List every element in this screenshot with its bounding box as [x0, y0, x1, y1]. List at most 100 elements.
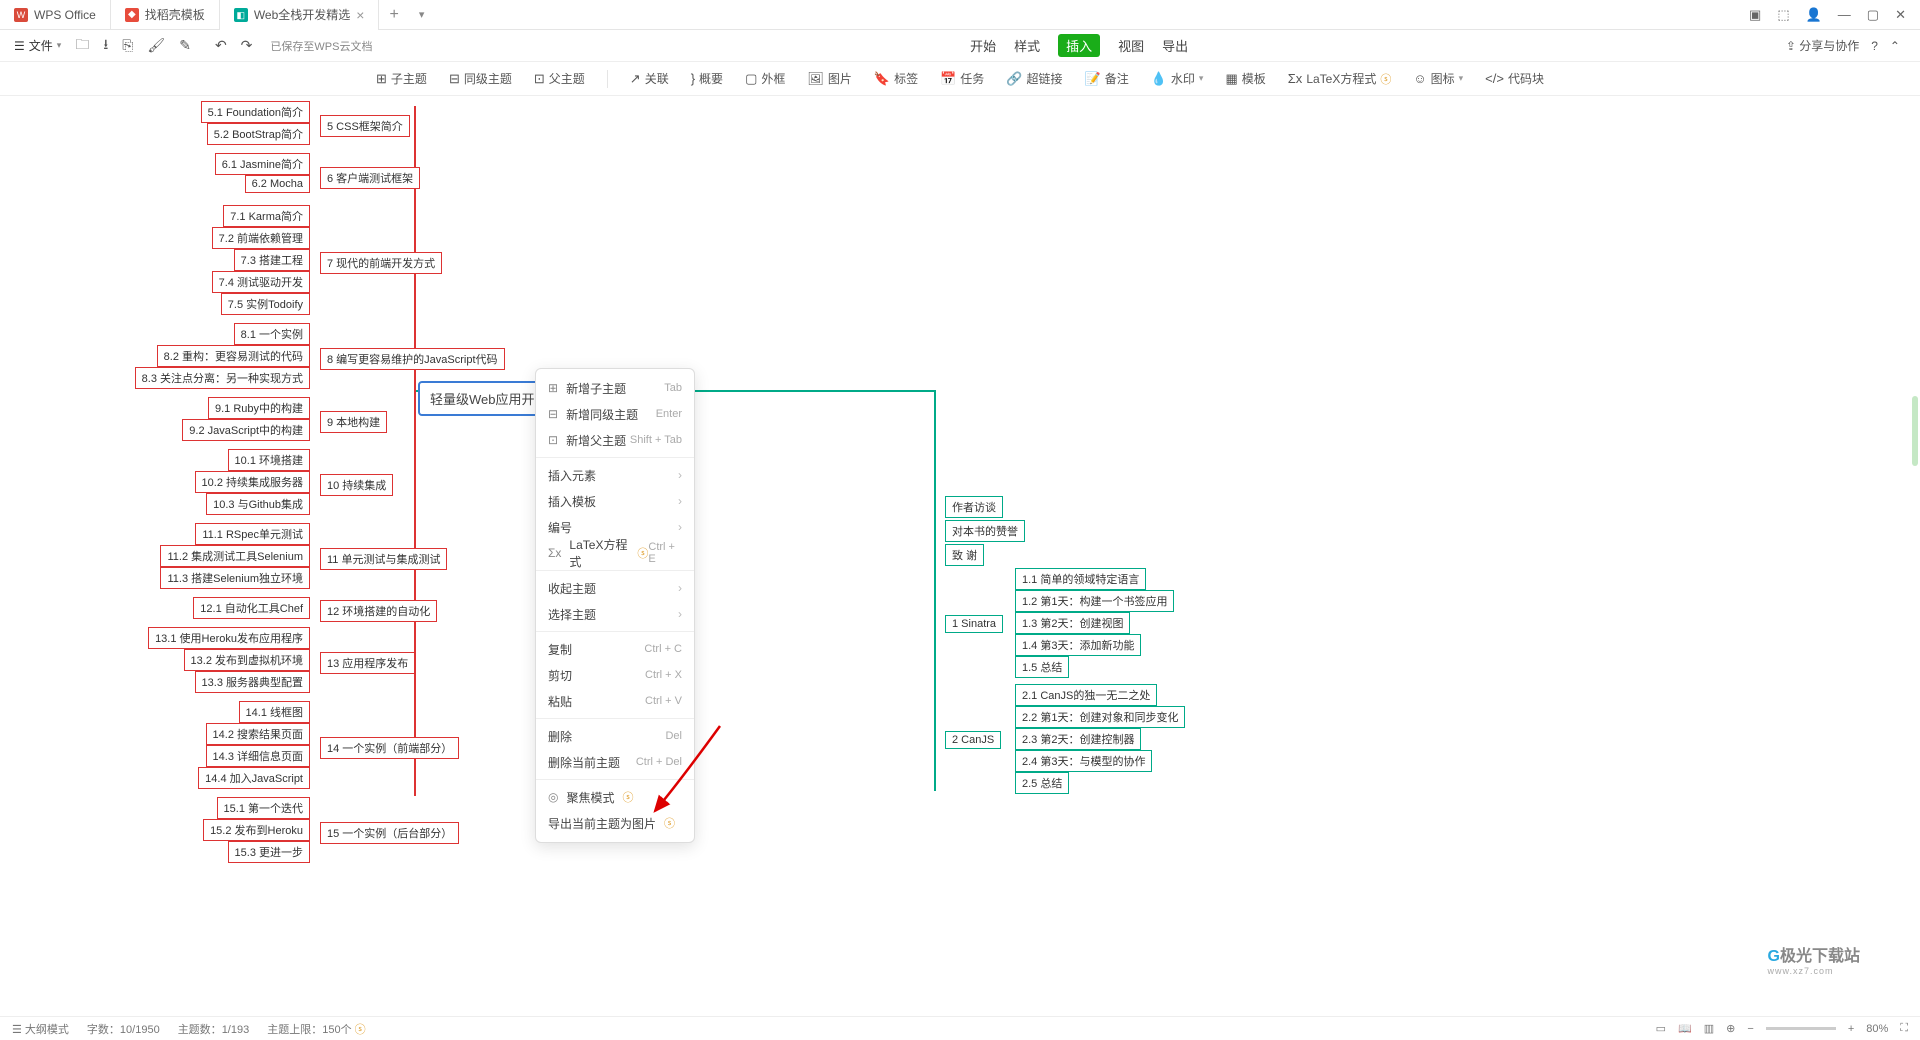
- zoom-in-icon[interactable]: +: [1848, 1023, 1854, 1035]
- mindmap-summary-node[interactable]: 15 一个实例（后台部分）: [320, 822, 459, 844]
- tab-find-template[interactable]: ◆ 找稻壳模板: [111, 0, 220, 30]
- mindmap-node[interactable]: 7.3 搭建工程: [234, 249, 310, 271]
- context-menu-item[interactable]: ⊞新增子主题Tab: [536, 375, 694, 401]
- context-menu-item[interactable]: ⊡新增父主题Shift + Tab: [536, 427, 694, 453]
- zoom-out-icon[interactable]: −: [1747, 1023, 1753, 1035]
- collapse-ribbon-icon[interactable]: ⌃: [1890, 39, 1900, 53]
- tb-watermark[interactable]: 💧水印▾: [1151, 70, 1204, 87]
- download-icon[interactable]: ⭳: [103, 34, 108, 58]
- folder-open-icon[interactable]: 🗀: [75, 34, 89, 58]
- tb-label[interactable]: 🔖标签: [874, 70, 918, 87]
- mindmap-node[interactable]: 1.4 第3天：添加新功能: [1015, 634, 1141, 656]
- context-menu-item[interactable]: 剪切Ctrl + X: [536, 662, 694, 688]
- mindmap-node[interactable]: 对本书的赞誉: [945, 520, 1025, 542]
- minimize-icon[interactable]: —: [1838, 7, 1851, 22]
- layout-icon[interactable]: ▥: [1704, 1022, 1714, 1035]
- mindmap-summary-node[interactable]: 10 持续集成: [320, 474, 393, 496]
- mindmap-summary-node[interactable]: 11 单元测试与集成测试: [320, 548, 447, 570]
- tb-sub-topic[interactable]: ⊞子主题: [376, 70, 427, 87]
- mindmap-node[interactable]: 15.2 发布到Heroku: [203, 819, 310, 841]
- menu-export[interactable]: 导出: [1162, 36, 1188, 55]
- context-menu-item[interactable]: ΣxLaTeX方程式ⓢCtrl + E: [536, 540, 694, 566]
- mindmap-node[interactable]: 8.2 重构：更容易测试的代码: [157, 345, 310, 367]
- maximize-icon[interactable]: ▢: [1867, 7, 1879, 23]
- help-icon[interactable]: ?: [1871, 39, 1878, 53]
- mindmap-node[interactable]: 14.3 详细信息页面: [206, 745, 310, 767]
- tb-summary[interactable]: }概要: [691, 70, 723, 87]
- tb-parent-topic[interactable]: ⊡父主题: [534, 70, 585, 87]
- fullscreen-icon[interactable]: ⛶: [1900, 1022, 1908, 1035]
- tb-relation[interactable]: ↗关联: [630, 70, 669, 87]
- menu-insert[interactable]: 插入: [1058, 34, 1100, 57]
- tb-code[interactable]: </>代码块: [1485, 70, 1544, 87]
- file-menu-button[interactable]: ☰ 文件 ▾: [14, 37, 61, 54]
- target-icon[interactable]: ⊕: [1726, 1022, 1735, 1035]
- add-tab-button[interactable]: +: [379, 6, 408, 24]
- context-menu-item[interactable]: 收起主题›: [536, 575, 694, 601]
- mindmap-node[interactable]: 5.2 BootStrap简介: [207, 123, 310, 145]
- context-menu-item[interactable]: 插入模板›: [536, 488, 694, 514]
- mindmap-node[interactable]: 1.2 第1天：构建一个书签应用: [1015, 590, 1174, 612]
- undo-icon[interactable]: ↶: [215, 37, 227, 54]
- mindmap-node[interactable]: 15.1 第一个迭代: [217, 797, 310, 819]
- mindmap-node[interactable]: 7.1 Karma简介: [223, 205, 310, 227]
- panel-icon[interactable]: ▣: [1749, 7, 1761, 23]
- mindmap-node[interactable]: 13.1 使用Heroku发布应用程序: [148, 627, 310, 649]
- redo-icon[interactable]: ↷: [241, 37, 253, 54]
- mindmap-node[interactable]: 14.4 加入JavaScript: [198, 767, 310, 789]
- share-button[interactable]: ⇪ 分享与协作: [1786, 37, 1859, 54]
- mindmap-node[interactable]: 1.5 总结: [1015, 656, 1069, 678]
- read-mode-icon[interactable]: ▭: [1656, 1022, 1666, 1035]
- mindmap-node[interactable]: 2.1 CanJS的独一无二之处: [1015, 684, 1157, 706]
- menu-style[interactable]: 样式: [1014, 36, 1040, 55]
- zoom-slider[interactable]: [1766, 1027, 1836, 1030]
- menu-start[interactable]: 开始: [970, 36, 996, 55]
- tb-template[interactable]: ▦模板: [1225, 70, 1265, 87]
- mindmap-node[interactable]: 10.1 环境搭建: [228, 449, 310, 471]
- menu-view[interactable]: 视图: [1118, 36, 1144, 55]
- mindmap-canvas[interactable]: 轻量级Web应用开发 5.1 Foundation简介5.2 BootStrap…: [0, 96, 1920, 1006]
- mindmap-node[interactable]: 2.4 第3天：与模型的协作: [1015, 750, 1152, 772]
- tab-document-active[interactable]: ◧ Web全栈开发精选 ×: [220, 0, 380, 30]
- tb-same-topic[interactable]: ⊟同级主题: [449, 70, 512, 87]
- mindmap-node[interactable]: 8.1 一个实例: [234, 323, 310, 345]
- mindmap-node[interactable]: 5.1 Foundation简介: [201, 101, 310, 123]
- mindmap-summary-node[interactable]: 12 环境搭建的自动化: [320, 600, 437, 622]
- mindmap-node[interactable]: 13.2 发布到虚拟机环境: [184, 649, 310, 671]
- mindmap-node[interactable]: 7.5 实例Todoify: [221, 293, 310, 315]
- mindmap-node[interactable]: 作者访谈: [945, 496, 1003, 518]
- mindmap-summary-node[interactable]: 5 CSS框架简介: [320, 115, 410, 137]
- mindmap-node[interactable]: 致 谢: [945, 544, 984, 566]
- mindmap-node[interactable]: 9.2 JavaScript中的构建: [182, 419, 310, 441]
- tb-image[interactable]: 🖼图片: [807, 70, 852, 87]
- vertical-scrollbar[interactable]: [1912, 396, 1918, 466]
- mindmap-node[interactable]: 7.4 测试驱动开发: [212, 271, 310, 293]
- tb-icon[interactable]: ☺图标▾: [1413, 70, 1463, 87]
- paint-roller-icon[interactable]: 🖌: [147, 37, 165, 54]
- tab-more-icon[interactable]: ▾: [409, 8, 435, 21]
- mindmap-node[interactable]: 1.3 第2天：创建视图: [1015, 612, 1130, 634]
- mindmap-node[interactable]: 12.1 自动化工具Chef: [193, 597, 310, 619]
- context-menu-item[interactable]: 选择主题›: [536, 601, 694, 627]
- mindmap-node[interactable]: 8.3 关注点分离：另一种实现方式: [135, 367, 310, 389]
- mindmap-node[interactable]: 14.1 线框图: [239, 701, 310, 723]
- mindmap-summary-node[interactable]: 14 一个实例（前端部分）: [320, 737, 459, 759]
- mindmap-node[interactable]: 11.3 搭建Selenium独立环境: [160, 567, 310, 589]
- mindmap-node[interactable]: 13.3 服务器典型配置: [195, 671, 310, 693]
- tb-task[interactable]: 📅任务: [940, 70, 984, 87]
- context-menu-item[interactable]: 粘贴Ctrl + V: [536, 688, 694, 714]
- mindmap-node[interactable]: 2.3 第2天：创建控制器: [1015, 728, 1141, 750]
- mindmap-summary-node[interactable]: 13 应用程序发布: [320, 652, 415, 674]
- mindmap-node[interactable]: 2.5 总结: [1015, 772, 1069, 794]
- context-menu-item[interactable]: 插入元素›: [536, 462, 694, 488]
- context-menu-item[interactable]: 复制Ctrl + C: [536, 636, 694, 662]
- mindmap-summary-node[interactable]: 6 客户端测试框架: [320, 167, 420, 189]
- mindmap-node[interactable]: 7.2 前端依赖管理: [212, 227, 310, 249]
- tb-hyperlink[interactable]: 🔗超链接: [1006, 70, 1062, 87]
- mindmap-node[interactable]: 11.1 RSpec单元测试: [195, 523, 310, 545]
- mindmap-summary-node[interactable]: 1 Sinatra: [945, 615, 1003, 633]
- close-tab-icon[interactable]: ×: [356, 7, 364, 23]
- close-window-icon[interactable]: ✕: [1895, 7, 1906, 23]
- avatar-icon[interactable]: 👤: [1806, 7, 1822, 23]
- cube-icon[interactable]: ⬚: [1777, 7, 1789, 23]
